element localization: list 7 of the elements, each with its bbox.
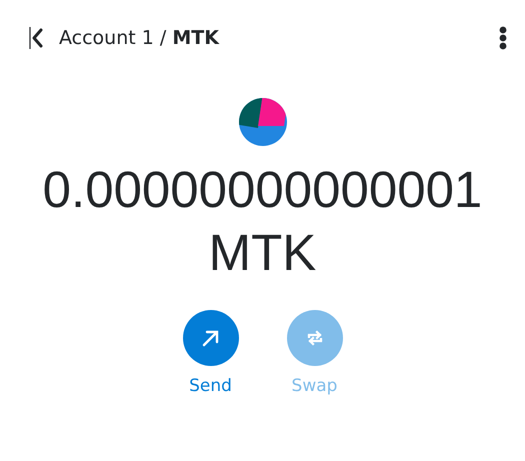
more-options-icon[interactable]	[499, 26, 507, 50]
action-label[interactable]: Send	[189, 376, 232, 396]
back-icon[interactable]	[29, 26, 45, 50]
token-avatar-icon	[238, 98, 286, 146]
breadcrumb: Account 1 / MTK	[59, 27, 219, 49]
token-symbol: MTK	[208, 223, 316, 283]
balance-amount: 0.00000000000001	[42, 160, 482, 220]
